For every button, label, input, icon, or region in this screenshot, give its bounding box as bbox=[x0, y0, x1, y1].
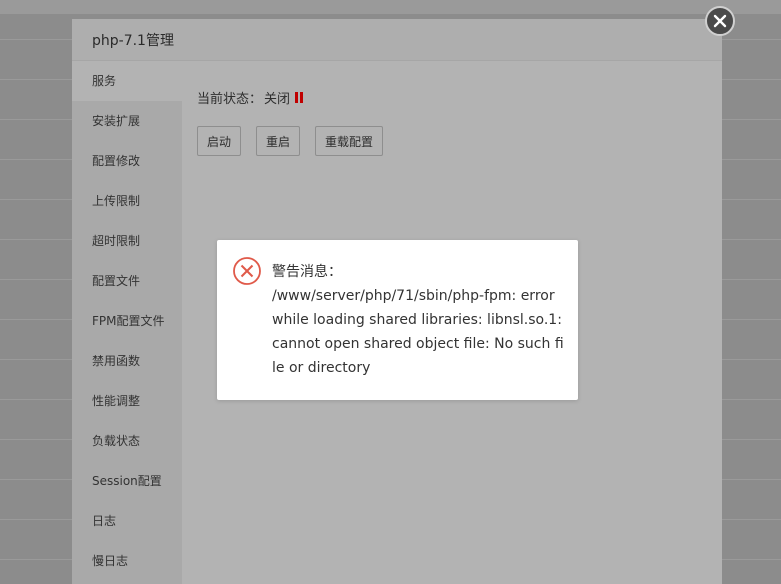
error-circle-icon bbox=[233, 257, 261, 285]
status-line: 当前状态： 关闭 bbox=[197, 88, 305, 107]
status-label: 当前状态： bbox=[197, 92, 263, 107]
alert-title: 警告消息： bbox=[272, 264, 342, 280]
sidebar-item-session-config[interactable]: Session配置 bbox=[72, 461, 182, 501]
sidebar-item-performance[interactable]: 性能调整 bbox=[72, 381, 182, 421]
modal-title: php-7.1管理 bbox=[92, 32, 174, 49]
error-alert-dialog: 警告消息： /www/server/php/71/sbin/php-fpm: e… bbox=[217, 240, 578, 400]
sidebar-item-slow-log[interactable]: 慢日志 bbox=[72, 541, 182, 581]
sidebar-item-load-status[interactable]: 负载状态 bbox=[72, 421, 182, 461]
close-button[interactable] bbox=[705, 6, 735, 36]
status-value: 关闭 bbox=[264, 92, 291, 107]
restart-button[interactable]: 重启 bbox=[256, 126, 301, 156]
sidebar-item-log[interactable]: 日志 bbox=[72, 501, 182, 541]
alert-message: /www/server/php/71/sbin/php-fpm: error w… bbox=[272, 288, 564, 376]
sidebar-item-install-extension[interactable]: 安装扩展 bbox=[72, 101, 182, 141]
sidebar-item-config-file[interactable]: 配置文件 bbox=[72, 261, 182, 301]
close-icon bbox=[713, 14, 727, 28]
sidebar-item-timeout-limit[interactable]: 超时限制 bbox=[72, 221, 182, 261]
sidebar-item-upload-limit[interactable]: 上传限制 bbox=[72, 181, 182, 221]
sidebar-item-service[interactable]: 服务 bbox=[72, 61, 182, 101]
sidebar-item-disabled-functions[interactable]: 禁用函数 bbox=[72, 341, 182, 381]
sidebar-item-fpm-config-file[interactable]: FPM配置文件 bbox=[72, 301, 182, 341]
start-button[interactable]: 启动 bbox=[197, 126, 242, 156]
stop-icon bbox=[295, 92, 305, 103]
modal-header: php-7.1管理 bbox=[72, 19, 722, 61]
service-button-row: 启动 重启 重载配置 bbox=[197, 126, 398, 156]
sidebar: 服务 安装扩展 配置修改 上传限制 超时限制 配置文件 FPM配置文件 禁用函数… bbox=[72, 61, 182, 584]
reload-config-button[interactable]: 重载配置 bbox=[315, 126, 384, 156]
alert-text: 警告消息： /www/server/php/71/sbin/php-fpm: e… bbox=[272, 260, 564, 380]
sidebar-item-config-edit[interactable]: 配置修改 bbox=[72, 141, 182, 181]
